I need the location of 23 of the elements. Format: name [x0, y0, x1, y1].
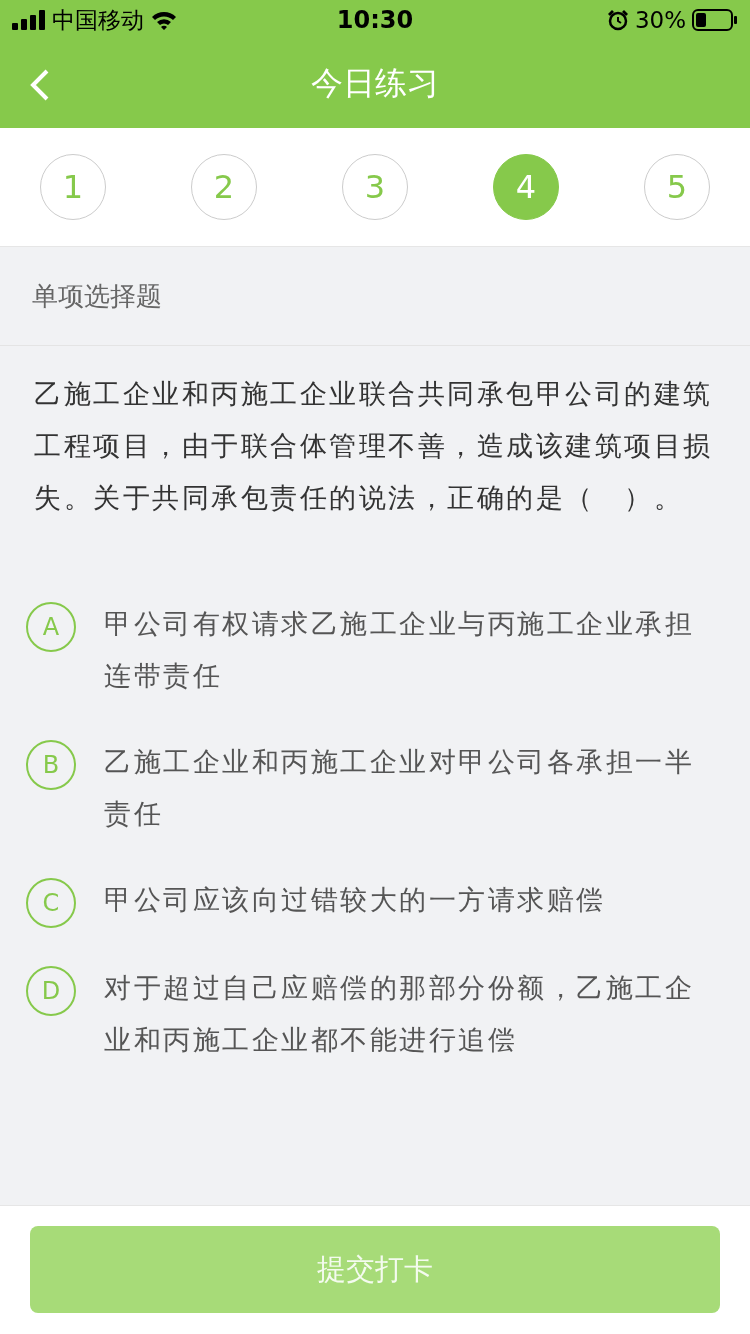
option-letter[interactable]: A — [26, 602, 76, 652]
alarm-clock-icon — [606, 9, 629, 31]
question-number-tab[interactable]: 4 — [493, 154, 559, 220]
option-text[interactable]: 乙施工企业和丙施工企业对甲公司各承担一半责任 — [104, 736, 720, 840]
option-text[interactable]: 对于超过自己应赔偿的那部分份额，乙施工企业和丙施工企业都不能进行追偿 — [104, 962, 720, 1066]
carrier-name: 中国移动 — [52, 5, 144, 35]
option-letter[interactable]: D — [26, 966, 76, 1016]
option-text[interactable]: 甲公司应该向过错较大的一方请求赔偿 — [104, 874, 720, 926]
battery-icon — [692, 9, 738, 31]
question-text: 乙施工企业和丙施工企业联合共同承包甲公司的建筑工程项目，由于联合体管理不善，造成该建筑项目损失。关于共同承包责任的说法，正确的是（ ）。 — [34, 377, 714, 515]
battery-percent: 30% — [634, 7, 686, 33]
question-number-tab[interactable]: 1 — [40, 154, 106, 220]
signal-icon — [12, 10, 46, 30]
clock-time: 10:30 — [336, 6, 414, 34]
question-number-tab[interactable]: 3 — [342, 154, 408, 220]
question-number-tab[interactable]: 5 — [644, 154, 710, 220]
option-letter[interactable]: C — [26, 878, 76, 928]
option-text[interactable]: 甲公司有权请求乙施工企业与丙施工企业承担连带责任 — [104, 598, 720, 702]
wifi-icon — [150, 10, 178, 30]
option-letter[interactable]: B — [26, 740, 76, 790]
page-title: 今日练习 — [311, 63, 439, 104]
question-type: 单项选择题 — [0, 247, 750, 346]
question-number-tab[interactable]: 2 — [191, 154, 257, 220]
